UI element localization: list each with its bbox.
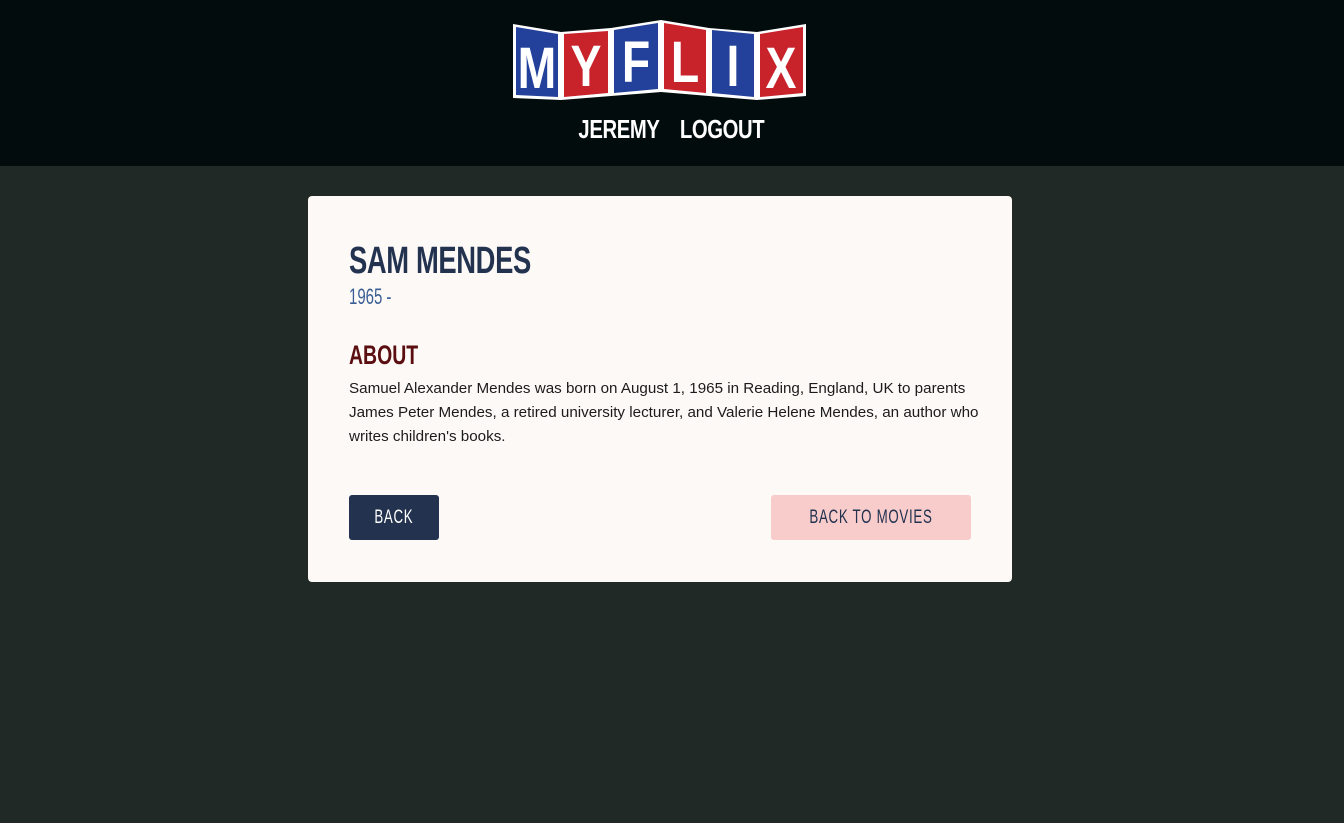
logout-link[interactable]: LOGOUT <box>680 114 765 145</box>
logo-letter: M <box>518 36 557 101</box>
user-profile-link[interactable]: JEREMY <box>579 114 660 145</box>
director-bio: Samuel Alexander Mendes was born on Augu… <box>349 380 979 445</box>
back-button[interactable]: BACK <box>349 495 439 540</box>
director-years: 1965 - <box>349 284 392 309</box>
logo-letter: Y <box>571 34 602 99</box>
logo-letter: X <box>766 36 797 101</box>
director-card: SAM MENDES 1965 - ABOUT Samuel Alexander… <box>308 196 1012 582</box>
site-header: M Y F L I X JEREMY LOGOUT <box>0 0 1344 166</box>
back-button-label: BACK <box>374 506 414 528</box>
back-to-movies-button-label: BACK TO MOVIES <box>809 506 933 528</box>
director-name: SAM MENDES <box>349 240 531 282</box>
back-to-movies-button[interactable]: BACK TO MOVIES <box>771 495 971 540</box>
logo-letter: I <box>727 34 740 99</box>
logo-letter: F <box>622 30 650 95</box>
myflix-logo[interactable]: M Y F L I X <box>511 16 808 102</box>
main-nav: JEREMY LOGOUT <box>0 114 1344 145</box>
about-heading: ABOUT <box>349 340 419 370</box>
logo-letter: L <box>671 30 699 95</box>
